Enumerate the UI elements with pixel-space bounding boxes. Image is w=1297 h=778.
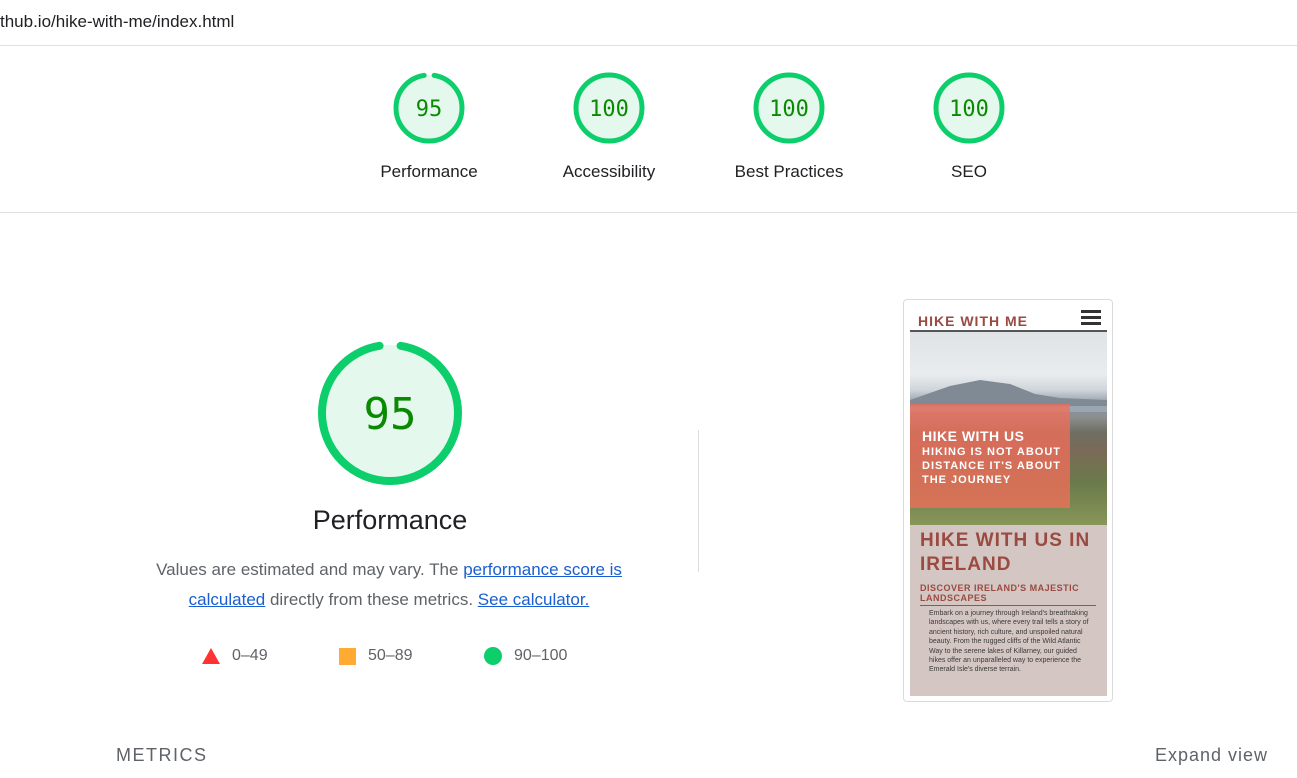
gauge-score: 100	[949, 97, 989, 122]
performance-title: Performance	[312, 505, 468, 535]
gauge-ring: 100	[753, 72, 825, 144]
screenshot-hero-image: HIKE WITH US HIKING IS NOT ABOUT DISTANC…	[910, 332, 1107, 525]
desc-text: Values are estimated and may vary. The	[156, 560, 464, 579]
legend-average: 50–89	[339, 645, 413, 667]
gauge-score: 100	[589, 97, 629, 122]
gauge-ring: 100	[933, 72, 1005, 144]
gauge-best-practices[interactable]: 100 Best Practices	[714, 70, 864, 182]
gauge-score: 95	[416, 97, 443, 122]
gauge-accessibility[interactable]: 100 Accessibility	[534, 70, 684, 182]
desc-text: directly from these metrics.	[265, 590, 478, 609]
hero-heading: HIKE WITH US	[922, 428, 1025, 444]
legend-pass: 90–100	[484, 645, 567, 667]
legend-label: 0–49	[232, 647, 268, 664]
circle-icon	[484, 647, 502, 665]
gauge-label: SEO	[951, 162, 987, 181]
gauge-label: Performance	[380, 162, 478, 181]
url-text[interactable]: thub.io/hike-with-me/index.html	[0, 12, 234, 32]
gauge-ring: 95	[318, 341, 462, 485]
see-calculator-link[interactable]: See calculator.	[478, 590, 590, 609]
square-icon	[339, 647, 356, 665]
performance-gauge-large: 95	[315, 338, 465, 493]
legend-label: 90–100	[514, 647, 568, 664]
metrics-heading: METRICS	[116, 745, 208, 765]
screenshot-rule	[920, 605, 1096, 606]
hamburger-icon	[1081, 307, 1101, 328]
triangle-icon	[202, 648, 220, 664]
screenshot-subheading: DISCOVER IRELAND'S MAJESTIC LANDSCAPES	[920, 583, 1080, 603]
hero-tagline: HIKING IS NOT ABOUT DISTANCE IT'S ABOUT …	[922, 446, 1061, 486]
address-bar[interactable]: thub.io/hike-with-me/index.html	[0, 0, 1297, 46]
legend-fail: 0–49	[202, 645, 268, 667]
gauge-score: 100	[769, 97, 809, 122]
gauge-performance[interactable]: 95 Performance	[354, 70, 504, 182]
gauge-label: Accessibility	[562, 162, 656, 181]
screenshot-body: HIKE WITH US IN IRELAND DISCOVER IRELAND…	[910, 525, 1107, 696]
divider	[698, 430, 699, 572]
screenshot-heading: HIKE WITH US IN IRELAND	[920, 530, 1091, 575]
gauge-label: Best Practices	[734, 162, 844, 181]
gauge-seo[interactable]: 100 SEO	[894, 70, 1044, 182]
final-screenshot[interactable]: HIKE WITH ME HIKE WITH US HIKING IS NOT …	[903, 299, 1113, 702]
screenshot-paragraph: Embark on a journey through Ireland's br…	[929, 610, 1089, 674]
performance-description: Values are estimated and may vary. The p…	[125, 555, 653, 615]
performance-score: 95	[364, 389, 417, 440]
score-summary: 95 Performance 100 Accessibility 100 Bes…	[0, 46, 1297, 213]
gauge-ring: 95	[393, 72, 465, 144]
screenshot-brand: HIKE WITH ME	[918, 313, 1028, 329]
expand-view-button[interactable]: Expand view	[1155, 745, 1268, 766]
screenshot-header: HIKE WITH ME	[910, 304, 1107, 332]
gauge-ring: 100	[573, 72, 645, 144]
legend-label: 50–89	[368, 647, 413, 664]
